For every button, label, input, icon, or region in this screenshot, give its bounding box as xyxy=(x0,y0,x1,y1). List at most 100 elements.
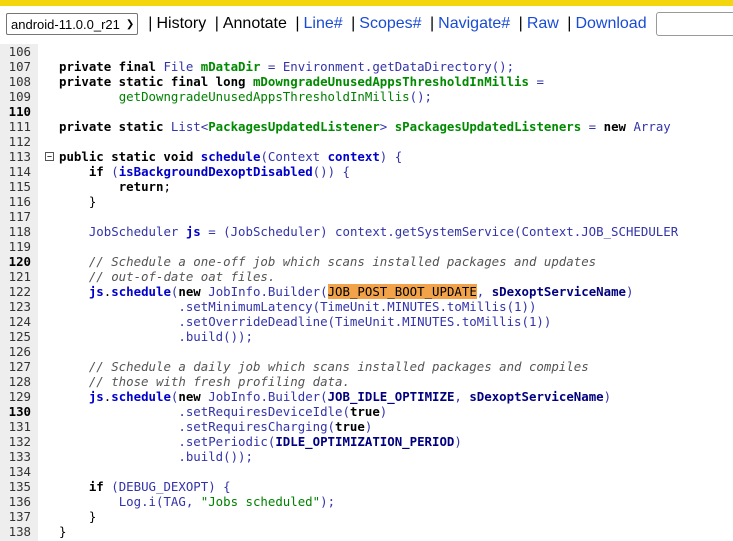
code-line: 120 // Schedule a one-off job which scan… xyxy=(0,254,733,269)
line-number[interactable]: 119 xyxy=(0,239,31,254)
code-line: 114 if (isBackgroundDexoptDisabled()) { xyxy=(0,164,733,179)
line-number[interactable]: 130 xyxy=(0,404,31,419)
nav-link-raw[interactable]: Raw xyxy=(527,15,559,32)
code-line: 124 .setOverrideDeadline(TimeUnit.MINUTE… xyxy=(0,314,733,329)
line-number[interactable]: 124 xyxy=(0,314,31,329)
code-line: 128 // those with fresh profiling data. xyxy=(0,374,733,389)
code-line: 118 JobScheduler js = (JobScheduler) con… xyxy=(0,224,733,239)
code-text: .setRequiresDeviceIdle(true) xyxy=(178,404,388,419)
line-number[interactable]: 106 xyxy=(0,44,31,59)
code-text: .build()); xyxy=(178,449,253,464)
code-line: 133 .build()); xyxy=(0,449,733,464)
nav-separator: | xyxy=(430,15,435,32)
line-number[interactable]: 121 xyxy=(0,269,31,284)
line-number[interactable]: 133 xyxy=(0,449,31,464)
code-line: 134 xyxy=(0,464,733,479)
code-line: 138} xyxy=(0,524,733,539)
fold-toggle-icon[interactable]: − xyxy=(45,152,54,161)
code-line: 106 xyxy=(0,44,733,59)
nav-link-annotate[interactable]: Annotate xyxy=(223,15,287,32)
line-number[interactable]: 123 xyxy=(0,299,31,314)
code-text: if (DEBUG_DEXOPT) { xyxy=(88,479,231,494)
code-line: 132 .setPeriodic(IDLE_OPTIMIZATION_PERIO… xyxy=(0,434,733,449)
code-line: 115 return; xyxy=(0,179,733,194)
nav-separator: | xyxy=(214,15,219,32)
line-number[interactable]: 109 xyxy=(0,89,31,104)
code-line: 123 .setMinimumLatency(TimeUnit.MINUTES.… xyxy=(0,299,733,314)
nav-separator: | xyxy=(567,15,572,32)
top-toolbar: android-11.0.0_r21 ❯ | History | Annotate … xyxy=(0,0,733,44)
top-accent-strip xyxy=(0,0,733,6)
search-input[interactable] xyxy=(656,12,733,36)
code-text: private final File mDataDir = Environmen… xyxy=(59,59,515,74)
code-text: .setOverrideDeadline(TimeUnit.MINUTES.to… xyxy=(178,314,552,329)
nav-bar: android-11.0.0_r21 ❯ | History | Annotate … xyxy=(6,13,647,35)
code-line: 121 // out-of-date oat files. xyxy=(0,269,733,284)
code-text: private static List<PackagesUpdatedListe… xyxy=(59,119,671,134)
code-line: 130 .setRequiresDeviceIdle(true) xyxy=(0,404,733,419)
nav-link-navigate[interactable]: Navigate# xyxy=(438,15,510,32)
code-line: 116 } xyxy=(0,194,733,209)
line-number[interactable]: 113 xyxy=(0,149,31,164)
code-text: js.schedule(new JobInfo.Builder(JOB_IDLE… xyxy=(88,389,612,404)
line-number[interactable]: 108 xyxy=(0,74,31,89)
line-number[interactable]: 112 xyxy=(0,134,31,149)
line-number[interactable]: 129 xyxy=(0,389,31,404)
line-number[interactable]: 111 xyxy=(0,119,31,134)
code-line: 137 } xyxy=(0,509,733,524)
code-text: getDowngradeUnusedAppsThresholdInMillis(… xyxy=(118,89,433,104)
line-number[interactable]: 115 xyxy=(0,179,31,194)
code-text: if (isBackgroundDexoptDisabled()) { xyxy=(88,164,350,179)
code-text: .setRequiresCharging(true) xyxy=(178,419,373,434)
line-number[interactable]: 131 xyxy=(0,419,31,434)
revision-select-value: android-11.0.0_r21 xyxy=(11,16,120,32)
line-number[interactable]: 107 xyxy=(0,59,31,74)
code-line: 108 private static final long mDowngradeU… xyxy=(0,74,733,89)
code-line: 112 xyxy=(0,134,733,149)
code-text: JobScheduler js = (JobScheduler) context… xyxy=(88,224,679,239)
nav-link-download[interactable]: Download xyxy=(575,15,646,32)
code-text: Log.i(TAG, "Jobs scheduled"); xyxy=(118,494,336,509)
nav-link-history[interactable]: History xyxy=(156,15,206,32)
source-code-view: 106 107 private final File mDataDir = Envi… xyxy=(0,44,733,541)
line-number[interactable]: 135 xyxy=(0,479,31,494)
line-number[interactable]: 122 xyxy=(0,284,31,299)
line-number[interactable]: 137 xyxy=(0,509,31,524)
chevron-down-icon: ❯ xyxy=(125,18,135,30)
line-number[interactable]: 117 xyxy=(0,209,31,224)
line-number[interactable]: 138 xyxy=(0,524,31,539)
line-number[interactable]: 116 xyxy=(0,194,31,209)
line-number[interactable]: 114 xyxy=(0,164,31,179)
line-number[interactable]: 132 xyxy=(0,434,31,449)
code-line: 110 xyxy=(0,104,733,119)
code-line: 119 xyxy=(0,239,733,254)
line-number[interactable]: 127 xyxy=(0,359,31,374)
line-number[interactable]: 120 xyxy=(0,254,31,269)
nav-link-scopes[interactable]: Scopes# xyxy=(359,15,421,32)
code-line: 127 // Schedule a daily job which scans … xyxy=(0,359,733,374)
code-line: 136 Log.i(TAG, "Jobs scheduled"); xyxy=(0,494,733,509)
code-line: 129 js.schedule(new JobInfo.Builder(JOB_… xyxy=(0,389,733,404)
code-text: } xyxy=(59,524,67,539)
code-line: 135 if (DEBUG_DEXOPT) { xyxy=(0,479,733,494)
code-text: return; xyxy=(118,179,171,194)
code-text: .build()); xyxy=(178,329,253,344)
line-number[interactable]: 136 xyxy=(0,494,31,509)
nav-separator: | xyxy=(295,15,300,32)
line-number[interactable]: 126 xyxy=(0,344,31,359)
line-number[interactable]: 110 xyxy=(0,104,31,119)
nav-separator: | xyxy=(148,15,153,32)
line-number[interactable]: 125 xyxy=(0,329,31,344)
revision-select[interactable]: android-11.0.0_r21 ❯ xyxy=(6,13,139,35)
nav-link-line[interactable]: Line# xyxy=(304,15,343,32)
line-number[interactable]: 118 xyxy=(0,224,31,239)
code-line: 125 .build()); xyxy=(0,329,733,344)
code-text: // those with fresh profiling data. xyxy=(88,374,350,389)
code-text: // Schedule a daily job which scans inst… xyxy=(88,359,589,374)
code-text: js.schedule(new JobInfo.Builder(JOB_POST… xyxy=(88,284,634,299)
code-text: } xyxy=(88,509,97,524)
code-text: .setMinimumLatency(TimeUnit.MINUTES.toMi… xyxy=(178,299,537,314)
line-number[interactable]: 134 xyxy=(0,464,31,479)
line-number[interactable]: 128 xyxy=(0,374,31,389)
nav-separator: | xyxy=(518,15,523,32)
